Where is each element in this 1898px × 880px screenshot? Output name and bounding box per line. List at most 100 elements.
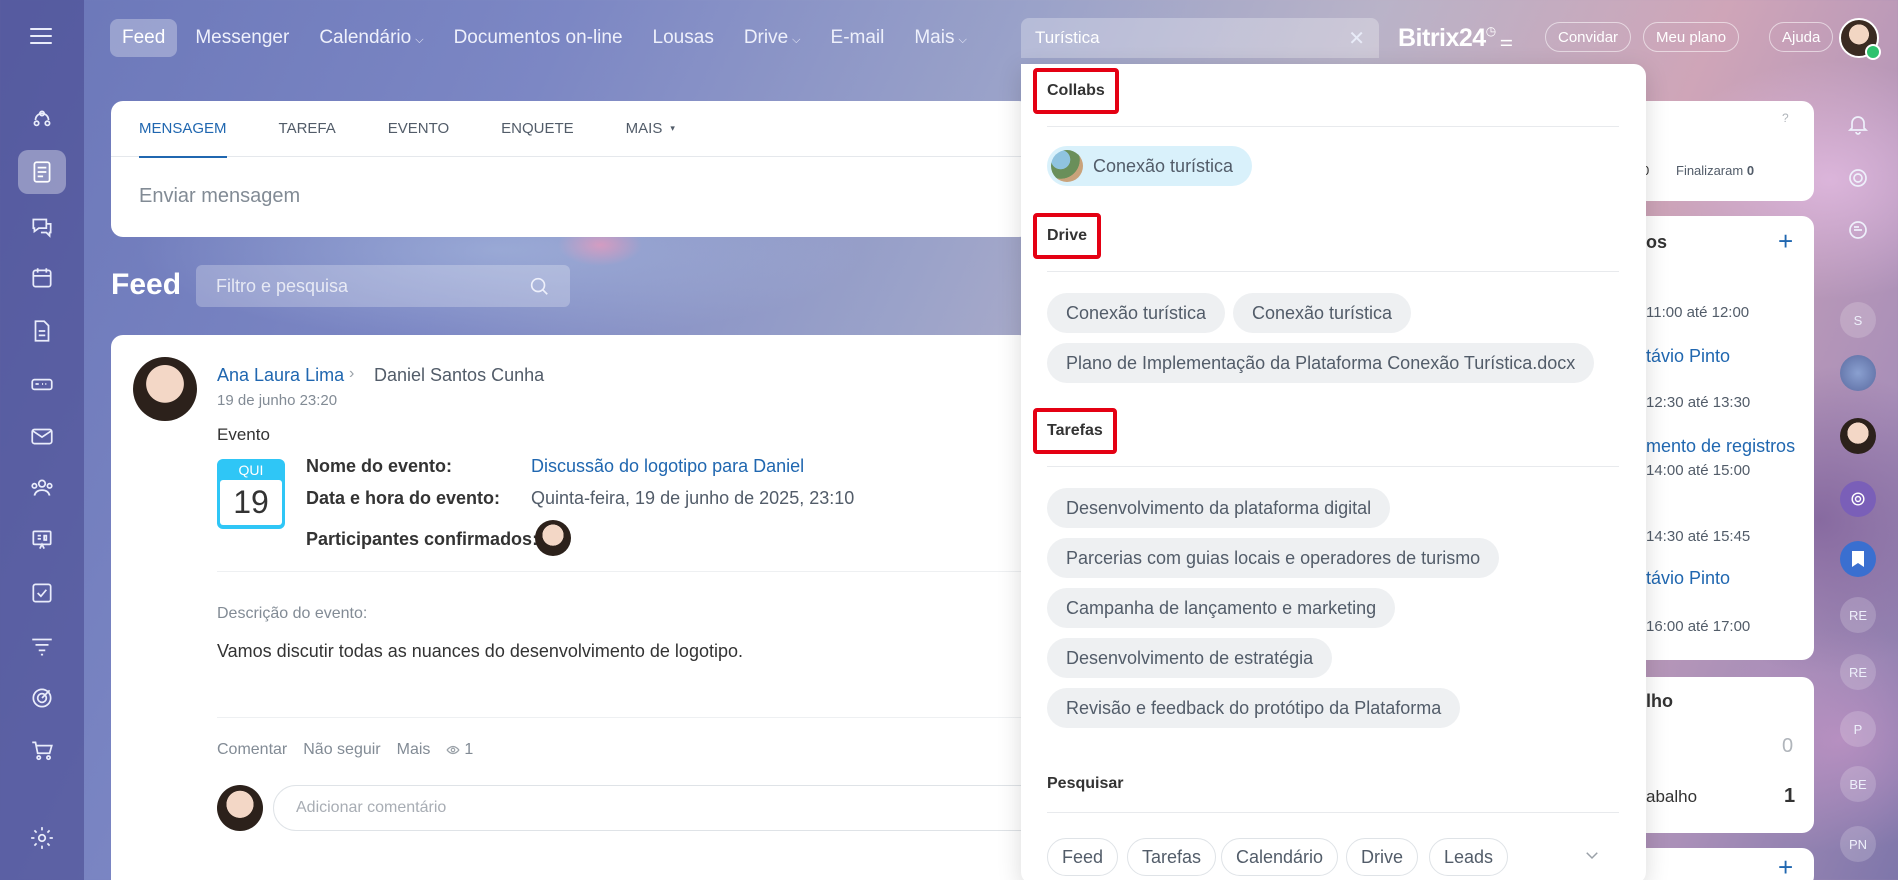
event-link[interactable]: távio Pinto — [1646, 346, 1730, 367]
task-result[interactable]: Desenvolvimento de estratégia — [1047, 638, 1333, 678]
drive-result[interactable]: Conexão turística — [1047, 293, 1226, 333]
nav-calendar[interactable]: Calendário ⌵ — [307, 19, 435, 57]
unfollow-button[interactable]: Não seguir — [303, 741, 380, 759]
tab-message[interactable]: MENSAGEM — [139, 101, 227, 158]
views-count: 1 — [464, 741, 474, 758]
search-filter-tasks[interactable]: Tarefas — [1127, 838, 1217, 876]
top-nav: Feed Messenger Calendário ⌵ Documentos on… — [110, 18, 979, 58]
more-button[interactable]: Mais — [397, 741, 431, 759]
board-icon[interactable] — [18, 518, 66, 562]
comment-button[interactable]: Comentar — [217, 741, 287, 759]
nav-documents[interactable]: Documentos on-line — [442, 19, 635, 57]
event-link[interactable]: mento de registros — [1646, 436, 1795, 457]
calendar-icon[interactable] — [18, 256, 66, 300]
nav-drive[interactable]: Drive ⌵ — [732, 19, 813, 57]
nav-feed[interactable]: Feed — [110, 19, 178, 57]
rail-contact[interactable]: RE — [1840, 597, 1876, 633]
post-actions: Comentar Não seguir Mais 1 — [217, 741, 473, 759]
collab-avatar[interactable] — [1840, 481, 1876, 517]
menu-icon[interactable] — [30, 28, 52, 44]
tab-task[interactable]: TAREFA — [279, 101, 336, 157]
nav-whiteboards[interactable]: Lousas — [641, 19, 726, 57]
chat-bubble-icon[interactable] — [1840, 212, 1876, 248]
participant-avatar[interactable] — [535, 520, 571, 556]
drive-result[interactable]: Plano de Implementação da Plataforma Con… — [1047, 343, 1595, 383]
drive-result[interactable]: Conexão turística — [1233, 293, 1412, 333]
search-icon[interactable] — [528, 275, 550, 297]
document-icon[interactable] — [18, 309, 66, 353]
post-composer: MENSAGEM TAREFA EVENTO ENQUETE MAIS ▾ Env… — [111, 101, 1031, 237]
post-author[interactable]: Ana Laura Lima — [217, 365, 344, 386]
invite-button[interactable]: Convidar — [1545, 22, 1632, 52]
commenter-avatar — [217, 785, 263, 831]
help-icon[interactable]: ? — [1782, 111, 1789, 125]
search-filter-feed[interactable]: Feed — [1047, 838, 1119, 876]
cart-icon[interactable] — [18, 728, 66, 772]
global-search-input[interactable] — [1035, 28, 1349, 48]
task-result[interactable]: Desenvolvimento da plataforma digital — [1047, 488, 1391, 528]
nav-more[interactable]: Mais ⌵ — [902, 19, 978, 57]
drive-icon[interactable] — [18, 362, 66, 406]
rail-contact-avatar[interactable] — [1840, 355, 1876, 391]
collab-icon[interactable] — [18, 98, 66, 142]
filter-icon[interactable] — [18, 624, 66, 668]
nav-more-label: Mais — [914, 27, 955, 48]
section-title-tasks: Tarefas — [1033, 408, 1117, 454]
search-filter-drive[interactable]: Drive — [1346, 838, 1419, 876]
tasks-icon[interactable] — [18, 571, 66, 615]
rail-contact[interactable]: PN — [1840, 826, 1876, 862]
nav-messenger[interactable]: Messenger — [183, 19, 301, 57]
activity-icon[interactable] — [1840, 160, 1876, 196]
rail-contact[interactable]: P — [1840, 711, 1876, 747]
task-result[interactable]: Revisão e feedback do protótipo da Plata… — [1047, 688, 1461, 728]
user-avatar[interactable] — [1839, 18, 1881, 60]
people-icon[interactable] — [18, 466, 66, 510]
tab-poll[interactable]: ENQUETE — [501, 101, 574, 157]
target-icon[interactable] — [18, 676, 66, 720]
chevron-down-icon[interactable] — [1583, 846, 1601, 864]
stats-finished-label: Finalizaram — [1676, 163, 1744, 178]
work-label: abalho — [1646, 787, 1698, 806]
bookmark-icon[interactable] — [1840, 541, 1876, 577]
rail-contact[interactable]: S — [1840, 302, 1876, 338]
feed-search-input[interactable] — [216, 275, 528, 297]
left-rail — [0, 0, 84, 880]
event-name-link[interactable]: Discussão do logotipo para Daniel — [531, 456, 804, 477]
event-link[interactable]: távio Pinto — [1646, 568, 1730, 589]
post-recipient[interactable]: Daniel Santos Cunha — [374, 365, 544, 386]
close-icon[interactable]: ✕ — [1348, 26, 1365, 51]
post-date[interactable]: 19 de junho 23:20 — [217, 392, 337, 409]
rail-contact-avatar[interactable] — [1840, 418, 1876, 454]
caret-down-icon: ▾ — [670, 123, 675, 133]
add-icon[interactable]: + — [1778, 852, 1793, 880]
search-filter-calendar[interactable]: Calendário — [1221, 838, 1339, 876]
author-avatar[interactable] — [133, 357, 197, 421]
help-button[interactable]: Ajuda — [1769, 22, 1834, 52]
chevron-down-icon: ⌵ — [792, 34, 801, 46]
tab-more[interactable]: MAIS ▾ — [626, 101, 675, 157]
task-result[interactable]: Parcerias com guias locais e operadores … — [1047, 538, 1500, 578]
add-icon[interactable]: + — [1778, 226, 1793, 257]
message-input[interactable]: Enviar mensagem — [111, 157, 1031, 236]
divider — [1047, 271, 1619, 272]
feed-post: Ana Laura Lima › Daniel Santos Cunha 19 … — [111, 335, 1053, 880]
rail-contact[interactable]: RE — [1840, 654, 1876, 690]
rail-contact[interactable]: BE — [1840, 766, 1876, 802]
tab-event[interactable]: EVENTO — [388, 101, 449, 157]
nav-email[interactable]: E-mail — [819, 19, 897, 57]
work-value: 1 — [1784, 785, 1796, 807]
collab-result[interactable]: Conexão turística — [1047, 146, 1253, 186]
task-result[interactable]: Campanha de lançamento e marketing — [1047, 588, 1396, 628]
mail-icon[interactable] — [18, 414, 66, 458]
comment-input[interactable]: Adicionar comentário — [273, 785, 1053, 831]
settings-sliders-icon[interactable]: ⚌ — [1500, 33, 1513, 50]
plan-button[interactable]: Meu plano — [1643, 22, 1740, 52]
bell-icon[interactable] — [1840, 106, 1876, 142]
search-filter-leads[interactable]: Leads — [1429, 838, 1509, 876]
feed-icon[interactable] — [18, 150, 66, 194]
brand-logo: Bitrix24◷ ⚌ — [1398, 24, 1513, 53]
settings-icon[interactable] — [18, 816, 66, 860]
participants-label: Participantes confirmados: — [306, 529, 539, 549]
chat-icon[interactable] — [18, 204, 66, 248]
views-counter: 1 — [446, 741, 473, 759]
